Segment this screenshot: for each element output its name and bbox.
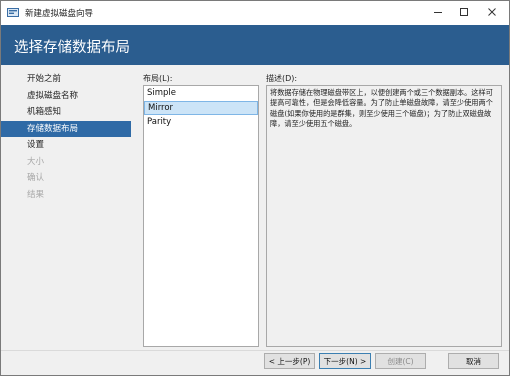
wizard-steps-nav: 开始之前 虚拟磁盘名称 机箱感知 存储数据布局 设置 大小 确认 结果 — [1, 71, 131, 203]
window-title: 新建虚拟磁盘向导 — [25, 9, 94, 19]
close-button[interactable] — [479, 1, 505, 23]
page-header: 选择存储数据布局 — [1, 25, 509, 65]
nav-step-confirmation: 确认 — [27, 173, 45, 183]
footer-divider — [1, 350, 509, 351]
layout-label: 布局(L): — [143, 74, 173, 83]
minimize-button[interactable] — [425, 1, 451, 23]
nav-step-enclosure-awareness[interactable]: 机箱感知 — [1, 104, 131, 121]
nav-step-before-you-begin[interactable]: 开始之前 — [1, 71, 131, 88]
nav-step-virtual-disk-name[interactable]: 虚拟磁盘名称 — [1, 88, 131, 105]
nav-step-settings[interactable]: 设置 — [1, 137, 131, 154]
description-label: 描述(D): — [266, 74, 298, 83]
title-bar[interactable]: 新建虚拟磁盘向导 — [1, 1, 509, 25]
next-button[interactable]: 下一步(N) > — [319, 353, 371, 369]
layout-option-parity[interactable]: Parity — [144, 115, 258, 130]
wizard-window: 新建虚拟磁盘向导 选择存储数据布局 开始之前 虚拟磁盘名称 机箱感知 存储数据布… — [0, 0, 510, 376]
previous-button[interactable]: < 上一步(P) — [264, 353, 315, 369]
page-title: 选择存储数据布局 — [14, 40, 130, 56]
layout-option-mirror[interactable]: Mirror — [144, 100, 258, 115]
create-button[interactable]: 创建(C) — [375, 353, 426, 369]
cancel-button[interactable]: 取消 — [448, 353, 499, 369]
description-box: 将数据存储在物理磁盘带区上，以便创建两个或三个数据副本。这样可提高可靠性，但是会… — [266, 85, 502, 347]
description-text: 将数据存储在物理磁盘带区上，以便创建两个或三个数据副本。这样可提高可靠性，但是会… — [270, 88, 493, 128]
nav-step-storage-layout[interactable]: 存储数据布局 — [1, 120, 131, 137]
close-icon — [488, 8, 496, 16]
layout-option-simple[interactable]: Simple — [144, 86, 258, 101]
maximize-button[interactable] — [451, 1, 477, 23]
virtual-disk-icon — [7, 7, 19, 18]
nav-step-size: 大小 — [27, 156, 45, 167]
nav-step-results: 结果 — [27, 189, 45, 200]
layout-listbox[interactable]: Simple Mirror Parity — [143, 85, 259, 347]
